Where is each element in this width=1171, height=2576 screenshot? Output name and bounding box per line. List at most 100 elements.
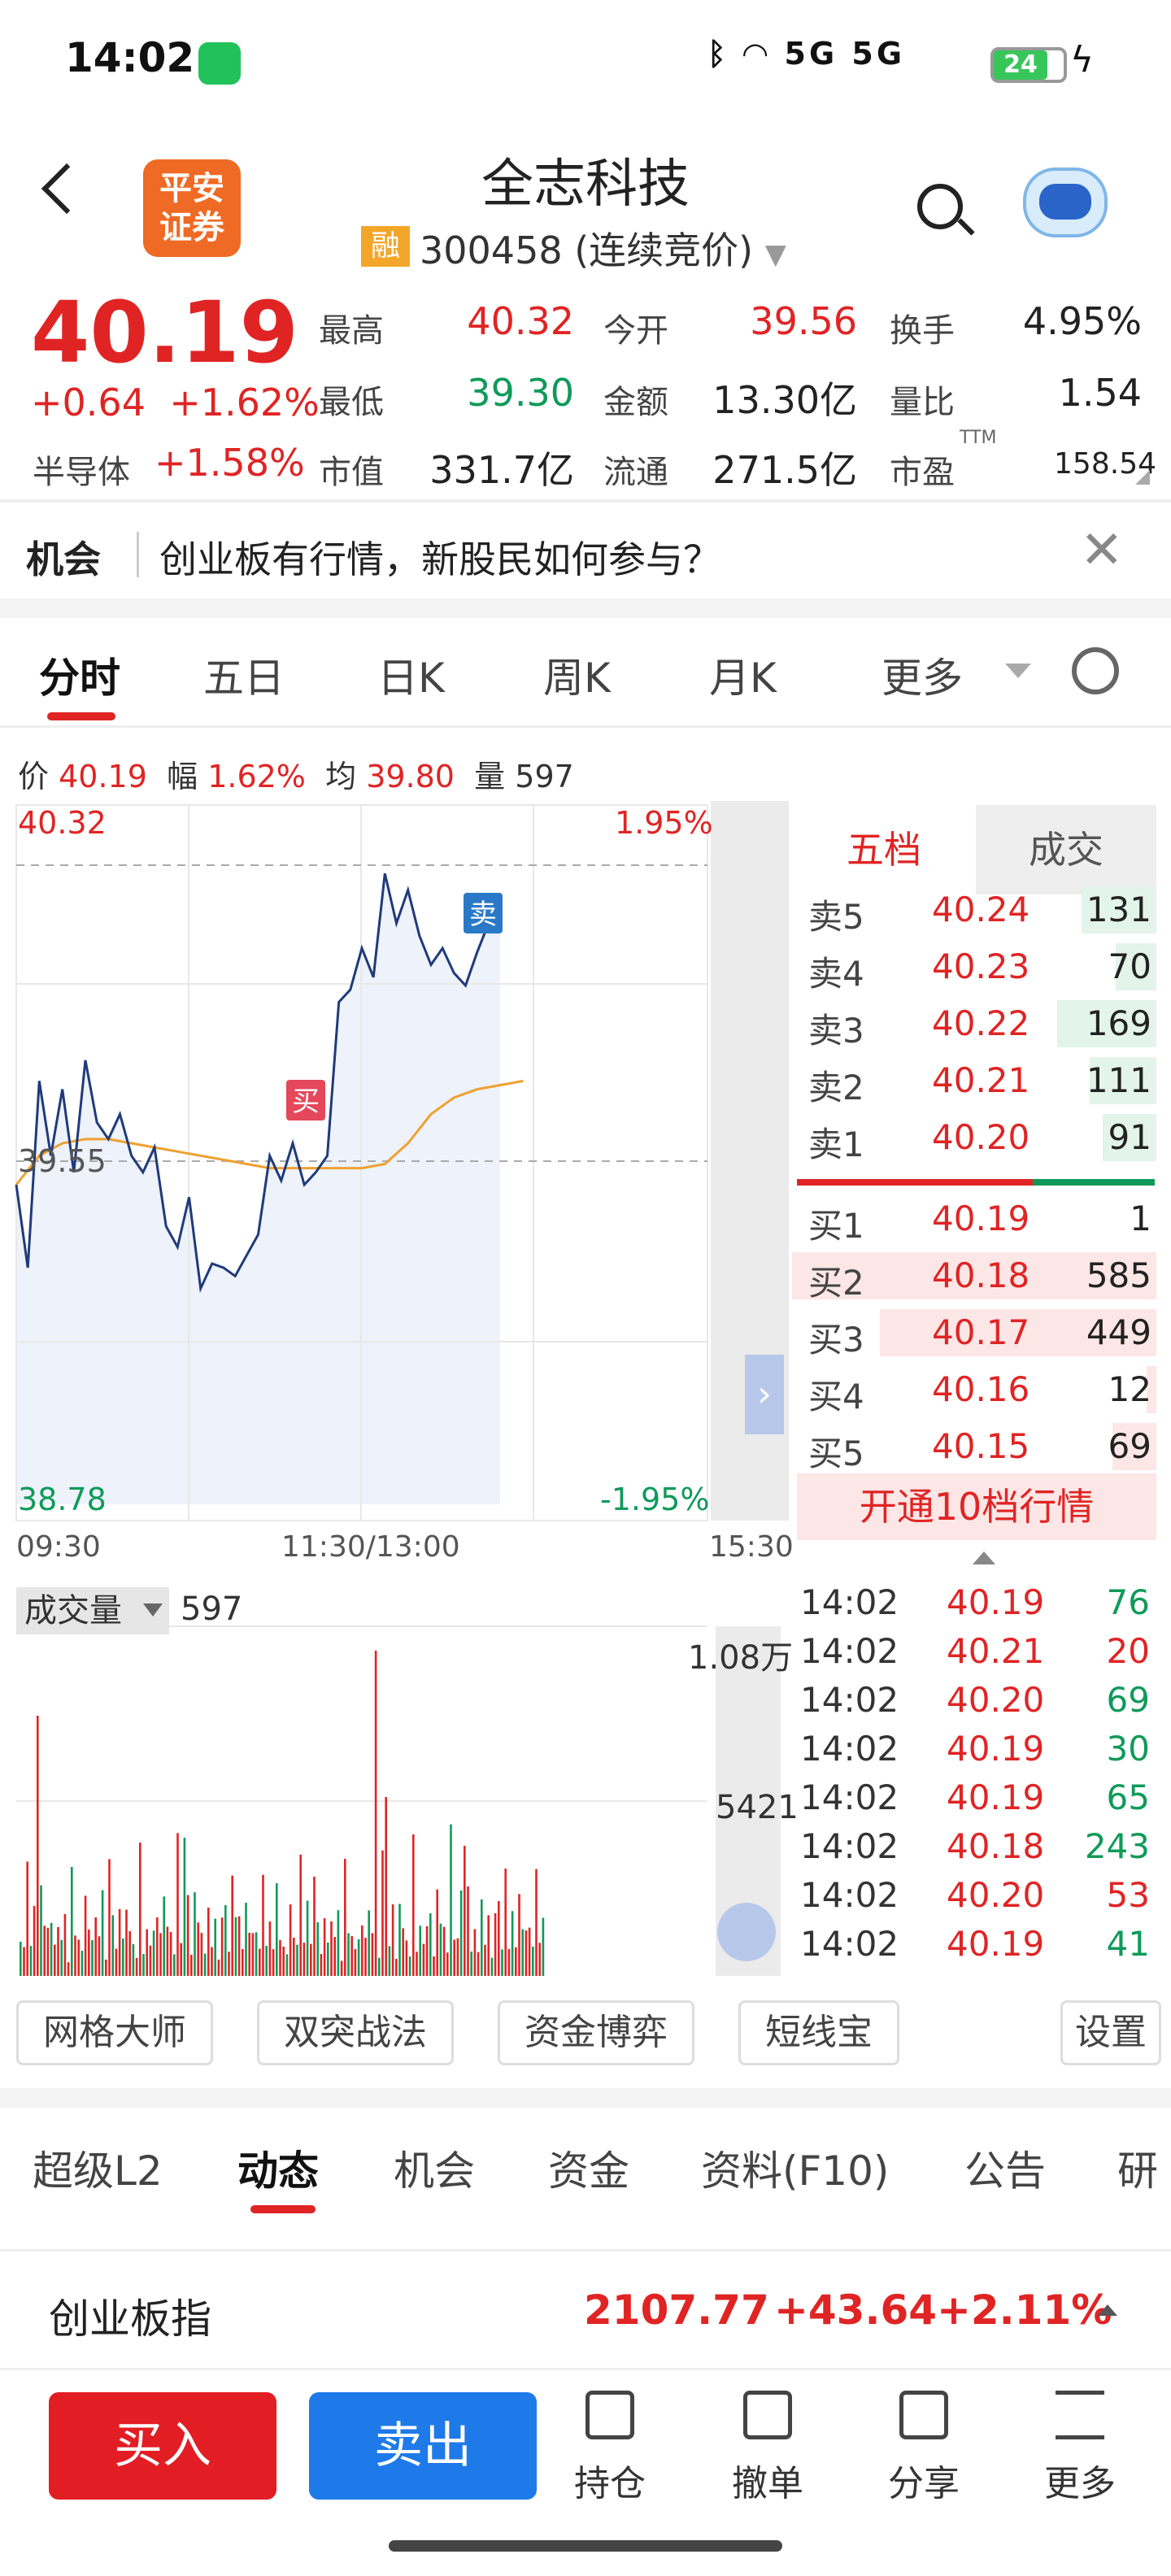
tick-row: 14:02 40.21 20: [800, 1631, 1150, 1671]
sell-button[interactable]: 卖出: [309, 2392, 537, 2500]
unlock-level10-button[interactable]: 开通10档行情: [797, 1473, 1156, 1540]
volume-bar: [521, 1929, 524, 1976]
tab-intraday[interactable]: 分时: [39, 646, 120, 704]
section-gap: [0, 598, 1171, 618]
tab-more[interactable]: 更多: [882, 646, 963, 704]
holdings-button[interactable]: 持仓: [545, 2391, 675, 2506]
volume-bar: [108, 1859, 111, 1976]
tab-trades[interactable]: 成交: [976, 805, 1156, 894]
back-icon[interactable]: [41, 163, 93, 215]
tool-fund-game[interactable]: 资金博弈: [498, 2000, 694, 2065]
tool-double-breakout[interactable]: 双突战法: [257, 2000, 454, 2065]
wifi-icon: ◠: [743, 36, 771, 72]
low-label: 最低: [319, 384, 384, 421]
volume-ratio-value: 1.54: [1058, 371, 1142, 415]
volume-bar: [385, 1797, 387, 1976]
home-indicator[interactable]: [389, 2540, 782, 2552]
divider: [0, 725, 1171, 728]
close-icon[interactable]: ✕: [1080, 520, 1124, 581]
tab-weekly-k[interactable]: 周K: [543, 646, 611, 704]
tab-research[interactable]: 研: [1117, 2139, 1158, 2197]
buy-marker: 买: [286, 1080, 325, 1120]
tab-f10[interactable]: 资料(F10): [701, 2139, 889, 2197]
search-icon[interactable]: [917, 184, 963, 229]
tab-five-day[interactable]: 五日: [203, 646, 285, 704]
buy-button[interactable]: 买入: [49, 2392, 276, 2500]
open-value: 39.56: [750, 299, 857, 343]
volume-bar: [333, 1937, 336, 1976]
low-value: 39.30: [467, 371, 574, 415]
tab-order-book[interactable]: 五档: [792, 805, 976, 894]
volume-bar: [416, 1952, 418, 1976]
volume-bar: [111, 1915, 114, 1976]
more-button[interactable]: 更多: [1015, 2391, 1145, 2506]
volume-bar: [316, 1922, 319, 1976]
stock-code-dropdown[interactable]: 300458 (连续竞价) ▼: [420, 221, 786, 275]
bid-ask-ratio-red: [797, 1179, 1033, 1186]
tick-row: 14:02 40.19 30: [800, 1729, 1150, 1769]
volume-bar: [357, 1939, 360, 1976]
volume-bar: [88, 1930, 90, 1976]
intraday-chart[interactable]: 买 卖: [0, 801, 716, 1525]
turnover-value: 4.95%: [1022, 299, 1142, 343]
volume-bar: [361, 1925, 363, 1976]
volume-bar: [467, 1886, 469, 1976]
share-button[interactable]: 分享: [859, 2391, 989, 2506]
volume-bar: [528, 1927, 531, 1976]
volume-bar: [262, 1874, 264, 1976]
volume-bar: [152, 1930, 155, 1976]
chevron-right-icon[interactable]: ›: [745, 1355, 784, 1434]
tool-grid-master[interactable]: 网格大师: [16, 2000, 213, 2065]
index-name[interactable]: 创业板指: [49, 2287, 211, 2345]
corner-indicator-icon: [1135, 470, 1150, 485]
svg-text:卖: 卖: [469, 899, 497, 931]
volume-bar: [180, 1943, 182, 1976]
volume-bar: [320, 1954, 323, 1976]
chevron-up-icon[interactable]: [1098, 2304, 1117, 2316]
volume-bar: [344, 1859, 346, 1976]
volume-bar: [464, 1846, 466, 1976]
tab-funds[interactable]: 资金: [548, 2139, 629, 2197]
banner-link[interactable]: 创业板有行情，新股民如何参与？: [159, 530, 720, 584]
status-time: 14:02: [65, 34, 195, 81]
tab-dynamic[interactable]: 动态: [237, 2139, 319, 2197]
chevron-up-icon[interactable]: [973, 1551, 995, 1564]
open-label: 今开: [603, 312, 668, 350]
volume-bar: [63, 1913, 67, 1976]
index-change: +43.64: [774, 2287, 938, 2334]
margin-badge: 融: [361, 226, 410, 267]
volume-bar: [337, 1910, 340, 1976]
tab-super-l2[interactable]: 超级L2: [33, 2139, 163, 2197]
volume-bar: [498, 1901, 500, 1976]
volume-bar: [237, 1916, 241, 1976]
cancel-order-button[interactable]: 撤单: [703, 2391, 833, 2506]
volume-chart: [16, 1625, 781, 1976]
volume-bar: [484, 1944, 486, 1976]
volume-bar: [408, 1956, 411, 1976]
volume-axis-mid: 5421: [716, 1789, 799, 1826]
high-value: 40.32: [467, 299, 574, 343]
volume-bar: [194, 1892, 196, 1976]
volume-bar: [381, 1850, 384, 1976]
fullscreen-icon[interactable]: [717, 1903, 776, 1961]
tab-opportunity[interactable]: 机会: [394, 2139, 475, 2197]
volume-bar: [190, 1955, 193, 1976]
tab-daily-k[interactable]: 日K: [377, 646, 445, 704]
sector-name[interactable]: 半导体: [33, 446, 130, 493]
tool-short-term[interactable]: 短线宝: [738, 2000, 899, 2065]
gear-icon[interactable]: [1072, 647, 1119, 694]
volume-bar: [125, 1909, 128, 1976]
volume-bar: [132, 1944, 135, 1976]
tool-settings[interactable]: 设置: [1060, 2000, 1161, 2065]
tab-announcements[interactable]: 公告: [964, 2139, 1046, 2197]
volume-bar: [313, 1876, 316, 1976]
volume-value: 597: [181, 1590, 243, 1628]
volume-bar: [412, 1834, 415, 1976]
volume-axis-max: 1.08万: [688, 1639, 794, 1677]
mktcap-value: 331.7亿: [429, 448, 574, 492]
volume-bar: [23, 1947, 25, 1976]
svg-text:买: 买: [292, 1086, 320, 1118]
volume-bar: [74, 1935, 76, 1976]
volume-bar: [50, 1922, 53, 1976]
tab-monthly-k[interactable]: 月K: [709, 646, 777, 704]
